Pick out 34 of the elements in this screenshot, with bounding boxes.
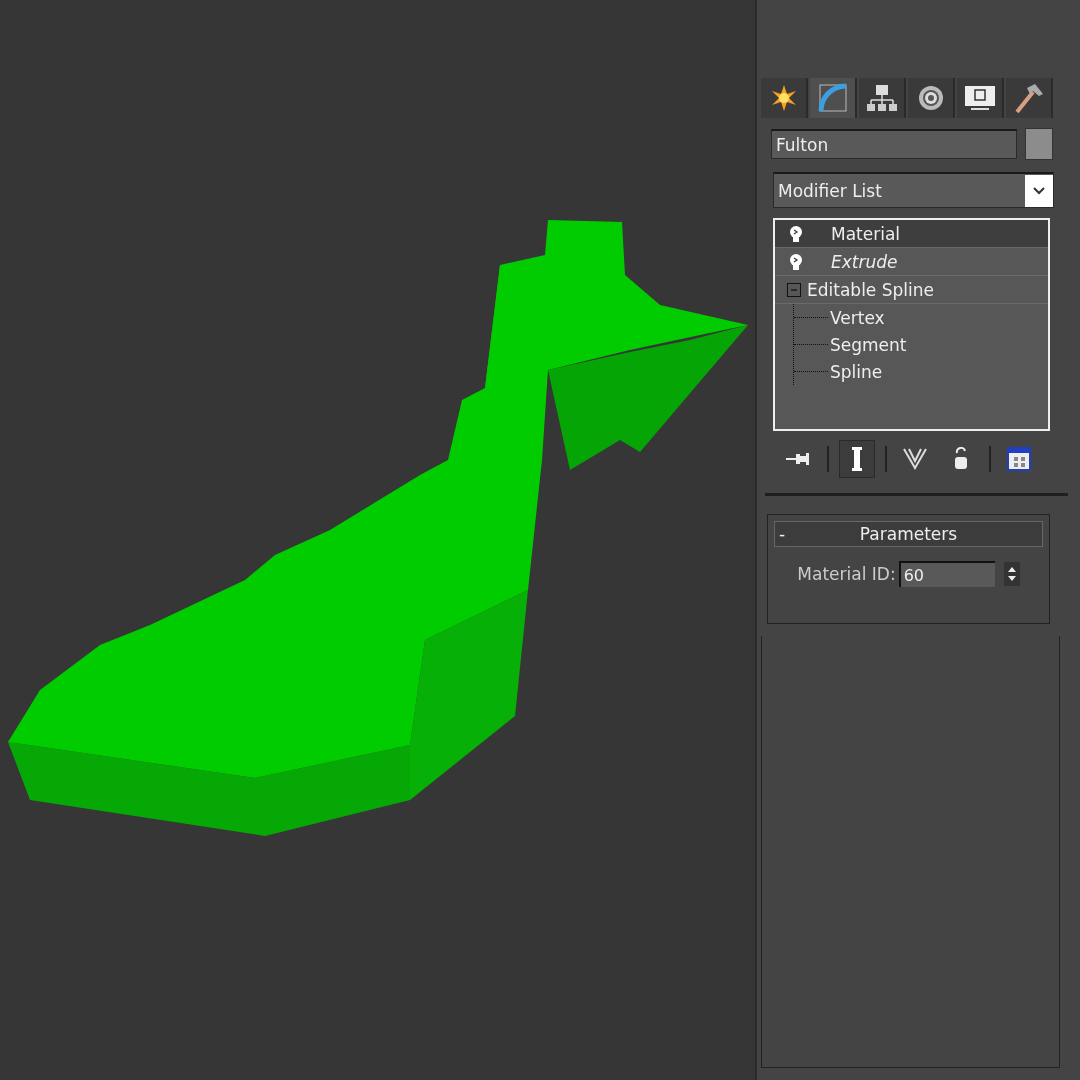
pin-icon (784, 451, 812, 467)
collapse-toggle-icon[interactable] (787, 282, 801, 297)
color-swatch[interactable] (1025, 128, 1053, 160)
stack-item-label: Editable Spline (807, 279, 934, 300)
arc-icon (816, 82, 849, 114)
stack-item[interactable]: Editable Spline (775, 276, 1048, 304)
monitor-icon (962, 83, 997, 113)
sub-object-item[interactable]: Vertex (794, 304, 1048, 331)
panel-tab[interactable] (908, 78, 955, 118)
modifier-list-dropdown[interactable]: Modifier List (773, 172, 1054, 208)
stack-item[interactable]: Extrude (775, 248, 1048, 276)
stack-item-label: Material (831, 223, 901, 244)
panel-tab[interactable] (810, 78, 857, 118)
stack-item-label: Extrude (831, 251, 898, 272)
pillar-icon (851, 446, 863, 472)
spinner-icon[interactable] (1003, 562, 1020, 586)
panel-tab[interactable] (957, 78, 1004, 118)
sub-object-item[interactable]: Segment (794, 331, 1048, 358)
lightbulb-icon[interactable] (789, 252, 803, 271)
stack-tool-button[interactable] (839, 440, 875, 478)
panel-tab[interactable] (761, 78, 808, 118)
panel-tab[interactable] (859, 78, 906, 118)
panel-tab[interactable] (1006, 78, 1053, 118)
lightbulb-icon[interactable] (789, 224, 803, 243)
sub-object-item[interactable]: Spline (794, 358, 1048, 385)
field-label: Material ID: (797, 564, 896, 584)
material-id-field[interactable]: 60 (898, 561, 995, 587)
fork-icon (902, 447, 928, 471)
window-grid-icon (1006, 446, 1034, 472)
object-name-field[interactable]: Fulton (771, 129, 1017, 159)
rollout-header[interactable]: - Parameters (774, 521, 1043, 547)
hierarchy-icon (865, 83, 898, 113)
stack-item[interactable]: Material (775, 220, 1048, 248)
caret-icon (1033, 186, 1045, 195)
